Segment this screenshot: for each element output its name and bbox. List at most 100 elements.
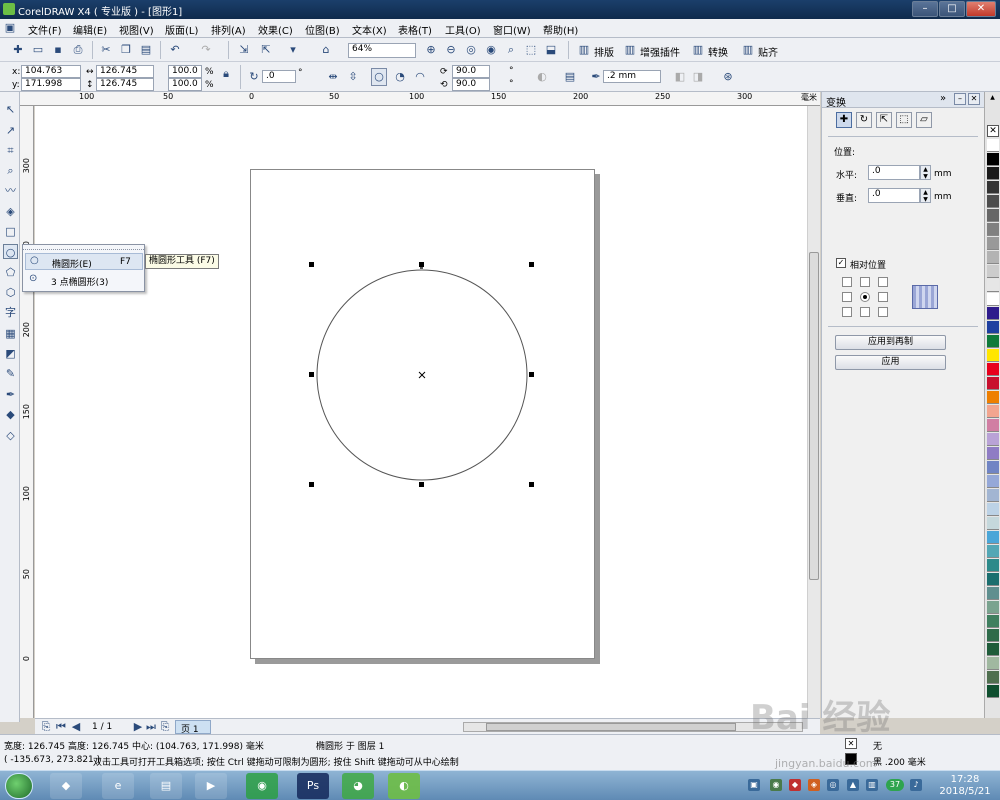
browser-icon[interactable]: e (102, 773, 134, 799)
docker-minimize-icon[interactable]: – (954, 93, 966, 105)
color-swatch[interactable] (987, 223, 999, 236)
color-swatch[interactable] (987, 545, 999, 558)
docker-expand-icon[interactable]: » (940, 93, 946, 104)
previous-page-icon[interactable]: ◀ (68, 719, 84, 735)
file-explorer-icon[interactable]: ▤ (150, 773, 182, 799)
color-swatch[interactable] (987, 559, 999, 572)
volume-icon[interactable]: ♪ (910, 779, 922, 791)
page-tab[interactable]: 页 1 (175, 720, 211, 735)
color-swatch[interactable] (987, 153, 999, 166)
tray-icon[interactable]: ▲ (847, 779, 859, 791)
photoshop-icon[interactable]: Ps (297, 773, 329, 799)
selection-handle[interactable] (309, 262, 314, 267)
vertical-spinner[interactable]: ▲ ▼ (920, 188, 931, 203)
color-swatch[interactable] (987, 419, 999, 432)
docker-close-icon[interactable]: ✕ (968, 93, 980, 105)
tray-icon[interactable]: ◆ (789, 779, 801, 791)
tray-icon[interactable]: ◎ (827, 779, 839, 791)
first-page-icon[interactable]: ⏮ (53, 719, 69, 735)
color-swatch[interactable] (987, 349, 999, 362)
selection-handle[interactable] (419, 482, 424, 487)
green-app-icon[interactable]: ◉ (246, 773, 278, 799)
color-swatch[interactable] (987, 433, 999, 446)
insert-page-before-icon[interactable]: ⎘ (38, 719, 54, 735)
vertical-field[interactable]: .0 (868, 188, 920, 203)
anchor-center[interactable] (860, 292, 870, 302)
color-swatch[interactable] (987, 167, 999, 180)
color-swatch[interactable] (987, 629, 999, 642)
color-swatch[interactable] (987, 643, 999, 656)
coreldraw-task-icon[interactable]: ◐ (388, 773, 420, 799)
anchor-top-right[interactable] (878, 277, 888, 287)
palette-scroll-up-icon[interactable]: ▲ (986, 94, 999, 102)
anchor-top-center[interactable] (860, 277, 870, 287)
color-swatch[interactable] (987, 237, 999, 250)
scale-tab-icon[interactable]: ⇱ (876, 112, 892, 128)
color-swatch[interactable] (987, 615, 999, 628)
network-icon[interactable]: ▥ (866, 779, 878, 791)
color-swatch[interactable] (987, 335, 999, 348)
selection-handle[interactable] (419, 262, 424, 267)
colorful-app-icon[interactable]: ◆ (50, 773, 82, 799)
relative-position-checkbox[interactable]: ✓ (836, 258, 846, 268)
tray-icon[interactable]: ◈ (808, 779, 820, 791)
rotate-tab-icon[interactable]: ↻ (856, 112, 872, 128)
color-swatch[interactable] (987, 209, 999, 222)
color-swatch[interactable] (987, 293, 999, 306)
color-swatch[interactable] (987, 503, 999, 516)
color-swatch[interactable] (987, 181, 999, 194)
anchor-bottom-left[interactable] (842, 307, 852, 317)
color-swatch[interactable] (987, 601, 999, 614)
skew-tab-icon[interactable]: ▱ (916, 112, 932, 128)
color-swatch[interactable] (987, 461, 999, 474)
selection-handle[interactable] (309, 482, 314, 487)
color-swatch[interactable] (987, 531, 999, 544)
selection-handle[interactable] (309, 372, 314, 377)
no-color-swatch[interactable]: ✕ (987, 125, 999, 137)
color-swatch[interactable] (987, 139, 999, 152)
horizontal-spinner[interactable]: ▲ ▼ (920, 165, 931, 180)
anchor-middle-right[interactable] (878, 292, 888, 302)
color-swatch[interactable] (987, 489, 999, 502)
security-badge[interactable]: 37 (886, 779, 904, 791)
media-player-icon[interactable]: ▶ (195, 773, 227, 799)
insert-page-after-icon[interactable]: ⎘ (157, 719, 173, 735)
scrollbar-thumb[interactable] (486, 723, 736, 731)
tray-icon[interactable]: ◉ (770, 779, 782, 791)
start-button[interactable] (5, 773, 33, 799)
horizontal-field[interactable]: .0 (868, 165, 920, 180)
color-swatch[interactable] (987, 279, 999, 292)
flyout-grip[interactable] (23, 246, 144, 250)
color-swatch[interactable] (987, 447, 999, 460)
anchor-middle-left[interactable] (842, 292, 852, 302)
color-swatch[interactable] (987, 685, 999, 698)
color-swatch[interactable] (987, 251, 999, 264)
color-swatch[interactable] (987, 391, 999, 404)
size-tab-icon[interactable]: ⬚ (896, 112, 912, 128)
color-swatch[interactable] (987, 587, 999, 600)
system-clock[interactable]: 17:28 2018/5/21 (935, 774, 995, 798)
color-swatch[interactable] (987, 517, 999, 530)
apply-button[interactable]: 应用 (835, 355, 946, 370)
selection-handle[interactable] (529, 372, 534, 377)
anchor-bottom-right[interactable] (878, 307, 888, 317)
color-swatch[interactable] (987, 657, 999, 670)
selection-handle[interactable] (529, 482, 534, 487)
tray-icon[interactable]: ▣ (748, 779, 760, 791)
flyout-item-ellipse[interactable]: ○ 椭圆形(E) F7 (25, 253, 143, 270)
selection-handle[interactable] (529, 262, 534, 267)
anchor-top-left[interactable] (842, 277, 852, 287)
color-swatch[interactable] (987, 363, 999, 376)
color-swatch[interactable] (987, 265, 999, 278)
color-swatch[interactable] (987, 405, 999, 418)
color-swatch[interactable] (987, 195, 999, 208)
flyout-item-3-point-ellipse[interactable]: ⊙ 3 点椭圆形(3) (25, 272, 143, 289)
wechat-icon[interactable]: ◕ (342, 773, 374, 799)
position-tab-icon[interactable]: ✚ (836, 112, 852, 128)
color-swatch[interactable] (987, 377, 999, 390)
color-swatch[interactable] (987, 671, 999, 684)
color-swatch[interactable] (987, 307, 999, 320)
color-swatch[interactable] (987, 321, 999, 334)
color-swatch[interactable] (987, 573, 999, 586)
anchor-bottom-center[interactable] (860, 307, 870, 317)
